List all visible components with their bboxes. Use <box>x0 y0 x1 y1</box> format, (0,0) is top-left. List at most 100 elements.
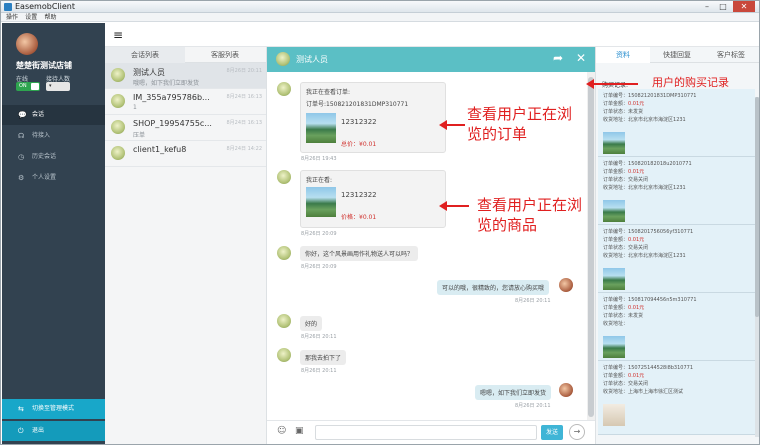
order-entry[interactable]: 订单编号：150821201831DMP310771 订单金额：0.01元 订单… <box>598 89 755 157</box>
message-time: 8月24日 14:22 <box>226 146 262 152</box>
contact-name: SHOP_19954755c... <box>133 119 212 128</box>
headset-icon: ☊ <box>18 132 25 140</box>
last-message: 哦嗯，如下我们立即发货 <box>133 80 200 87</box>
close-icon[interactable]: ✕ <box>733 1 755 12</box>
online-toggle[interactable]: ON <box>16 82 40 91</box>
order-entry[interactable]: 订单编号：1508201756056yf310771 订单金额：0.01元 订单… <box>598 225 755 293</box>
message-time: 8月26日 20:11 <box>515 403 551 409</box>
nav-session[interactable]: 💬 会话 <box>2 105 105 125</box>
order-thumbnail <box>603 132 625 154</box>
tab-profile[interactable]: 资料 <box>596 47 650 63</box>
message-time: 8月26日 20:11 <box>301 368 337 374</box>
message-bubble: 可以的哦，很精致的，您请放心购买哦 <box>437 280 550 295</box>
transfer-icon[interactable]: ➦ <box>553 51 563 65</box>
chat-icon: 💬 <box>18 111 27 119</box>
annotation-product: 查看用户正在浏览的商品 <box>477 196 583 234</box>
order-entry[interactable]: 订单编号：150725144528i8b310771 订单金额：0.01元 订单… <box>598 361 755 435</box>
message-time: 8月26日 20:11 <box>226 68 262 74</box>
scroll-thumb[interactable] <box>588 77 594 417</box>
customer-avatar <box>277 82 291 96</box>
menu-help[interactable]: 帮助 <box>45 13 57 22</box>
agent-avatar <box>559 383 573 397</box>
top-toolbar: ≡ <box>105 23 759 47</box>
shop-name: 楚楚街测试店铺 <box>16 61 72 70</box>
emoji-icon[interactable]: ☺ <box>277 426 286 436</box>
clock-icon: ◷ <box>18 153 25 161</box>
menu-bar: 操作 设置 帮助 <box>1 13 759 22</box>
annotation-arrow <box>439 201 469 211</box>
gear-icon: ⚙ <box>18 174 25 182</box>
message-bubble: 那我去拍下了 <box>300 350 347 365</box>
contact-name: 测试人员 <box>133 68 165 77</box>
message-bubble: 你好，这个风景画用作礼物送人可以吗？ <box>300 246 419 261</box>
tab-agents[interactable]: 客服列表 <box>185 47 265 63</box>
nav-label: 个人设置 <box>32 174 57 181</box>
message-time: 8月26日 19:43 <box>301 156 337 162</box>
list-item[interactable]: IM_355a795786b... 1 8月24日 16:13 <box>105 89 266 115</box>
annotation-arrow <box>439 120 465 130</box>
chat-scrollbar[interactable] <box>587 72 595 420</box>
close-chat-icon[interactable]: ✕ <box>576 51 586 65</box>
menu-operate[interactable]: 操作 <box>6 13 18 22</box>
tab-quick-reply[interactable]: 快捷回复 <box>650 47 704 63</box>
switch-admin-label: 切换至管理模式 <box>32 405 75 412</box>
arrow-right-icon[interactable]: → <box>569 424 585 440</box>
customer-avatar <box>277 170 291 184</box>
title-bar: EasemobClient – □ ✕ <box>1 1 759 13</box>
switch-admin-button[interactable]: ⇆ 切换至管理模式 <box>2 399 105 419</box>
info-scrollbar[interactable] <box>755 97 759 437</box>
chat-panel: 测试人员 ➦ ✕ 我正在查看订单: 订单号:150821201831DMP310… <box>267 47 595 444</box>
product-card-title: 我正在看: <box>306 177 333 184</box>
logout-label: 退出 <box>32 427 45 434</box>
contact-avatar <box>111 94 125 108</box>
message-time: 8月26日 20:11 <box>301 334 337 340</box>
order-number: 订单号:150821201831DMP310771 <box>306 101 409 108</box>
message-bubble: 好的 <box>300 316 323 331</box>
toggle-knob <box>31 83 39 90</box>
tab-conversations[interactable]: 会话列表 <box>105 47 185 63</box>
contact-avatar <box>111 146 125 160</box>
input-bar: ☺ ▣ 发送 → <box>267 420 595 444</box>
order-entry[interactable]: 订单编号：150820182018u2010771 订单金额：0.01元 订单状… <box>598 157 755 225</box>
contact-name: IM_355a795786b... <box>133 93 210 102</box>
tab-customer-tags[interactable]: 客户标签 <box>704 47 758 63</box>
max-count-stepper[interactable]: ▾ <box>46 82 70 91</box>
customer-info-panel: 资料 快捷回复 客户标签 购买记录: 订单编号：150821201831DMP310… <box>586 47 759 444</box>
send-button[interactable]: 发送 <box>541 425 563 440</box>
customer-avatar <box>277 246 291 260</box>
logout-button[interactable]: ⏻ 退出 <box>2 421 105 441</box>
hamburger-menu-icon[interactable]: ≡ <box>113 28 123 42</box>
list-item[interactable]: client1_kefu8 8月24日 14:22 <box>105 141 266 167</box>
annotation-arrow <box>586 79 638 89</box>
avatar[interactable] <box>16 33 38 55</box>
message-time: 8月24日 16:13 <box>226 94 262 100</box>
window-title: EasemobClient <box>15 2 75 11</box>
nav-pending[interactable]: ☊ 待接入 <box>2 126 105 146</box>
maximize-icon[interactable]: □ <box>715 1 731 12</box>
order-entry[interactable]: 订单编号：150817094456n5m310771 订单金额：0.01元 订单… <box>598 293 755 361</box>
list-item[interactable]: SHOP_19954755c... 压单 8月24日 16:13 <box>105 115 266 141</box>
message-time: 8月26日 20:11 <box>515 298 551 304</box>
message-area: 我正在查看订单: 订单号:150821201831DMP310771 12312… <box>267 72 587 420</box>
app-icon <box>4 3 12 11</box>
list-item[interactable]: 测试人员 哦嗯，如下我们立即发货 8月26日 20:11 <box>105 63 266 89</box>
image-icon[interactable]: ▣ <box>295 426 304 436</box>
menu-settings[interactable]: 设置 <box>25 13 37 22</box>
conversation-tabs: 会话列表 客服列表 <box>105 47 266 63</box>
message-time: 8月26日 20:09 <box>301 231 337 237</box>
chat-header: 测试人员 ➦ ✕ <box>267 47 595 72</box>
product-card[interactable]: 我正在看: 12312322 价格：¥0.01 <box>300 170 446 228</box>
product-name: 12312322 <box>341 191 377 199</box>
power-icon: ⏻ <box>18 427 24 435</box>
nav-personal-settings[interactable]: ⚙ 个人设置 <box>2 168 105 188</box>
scroll-thumb[interactable] <box>755 97 759 317</box>
message-input[interactable] <box>315 425 537 440</box>
minimize-icon[interactable]: – <box>699 1 715 12</box>
nav-history[interactable]: ◷ 历史会话 <box>2 147 105 167</box>
message-time: 8月24日 16:13 <box>226 120 262 126</box>
switch-icon: ⇆ <box>18 405 24 413</box>
last-message: 压单 <box>133 132 146 139</box>
order-card[interactable]: 我正在查看订单: 订单号:150821201831DMP310771 12312… <box>300 82 446 153</box>
chat-avatar <box>276 52 290 66</box>
info-tabs: 资料 快捷回复 客户标签 <box>596 47 759 63</box>
